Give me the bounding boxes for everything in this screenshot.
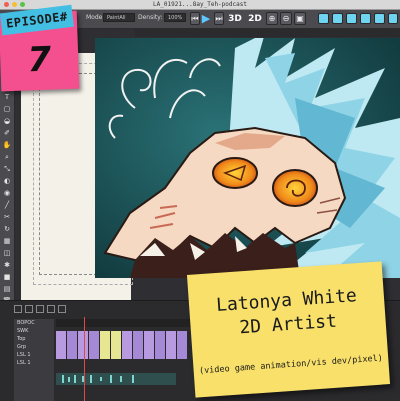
right-eye	[272, 169, 318, 207]
timeline-btn-icon[interactable]	[47, 305, 55, 313]
view-3d-button[interactable]: 3D	[226, 12, 244, 25]
frame-cell[interactable]	[89, 331, 99, 359]
episode-number: 7	[26, 39, 52, 81]
episode-heading: EPISODE#	[5, 9, 69, 31]
frame-cell[interactable]	[78, 331, 88, 359]
audio-track[interactable]	[56, 373, 176, 385]
contour-tool-icon[interactable]: ◐	[2, 177, 12, 186]
track-label[interactable]: BOPOC	[14, 319, 54, 327]
frame-cell[interactable]	[100, 331, 110, 359]
onion-skin-icon[interactable]	[318, 13, 329, 24]
cutter-tool-icon[interactable]: ✂	[2, 213, 12, 222]
density-label: Density:	[138, 14, 163, 21]
timeline-btn-icon[interactable]	[58, 305, 66, 313]
light-table-icon[interactable]	[332, 13, 343, 24]
rewind-icon[interactable]: ⏮	[190, 12, 200, 25]
timeline-btn-icon[interactable]	[36, 305, 44, 313]
canvas-ruler	[135, 29, 400, 37]
mode-select[interactable]: PaintAll	[103, 13, 135, 22]
transform-tool-icon[interactable]: ⤡	[2, 165, 12, 174]
layers-icon[interactable]	[346, 13, 357, 24]
track-label[interactable]: Top	[14, 335, 54, 343]
frame-cell[interactable]	[122, 331, 132, 359]
wolf-illustration	[95, 38, 400, 278]
zoom-tool-icon[interactable]: ⌕	[2, 153, 12, 162]
zoom-in-icon[interactable]: ⊕	[266, 12, 278, 25]
fit-icon[interactable]: ▣	[294, 12, 306, 25]
eyedropper-tool-icon[interactable]: ✐	[2, 129, 12, 138]
mode-label: Mode:	[86, 14, 105, 21]
camera-icon[interactable]	[374, 13, 385, 24]
frame-cells[interactable]	[56, 331, 188, 359]
track-list: BOPOC SWK Top Grp LSL 1 LSL 1	[14, 319, 54, 401]
frame-cell[interactable]	[133, 331, 143, 359]
left-eye	[212, 157, 258, 189]
rotate-tool-icon[interactable]: ↻	[2, 225, 12, 234]
track-label[interactable]: SWK	[14, 327, 54, 335]
track-label[interactable]: LSL 1	[14, 351, 54, 359]
track-label[interactable]: LSL 1	[14, 359, 54, 367]
track-label[interactable]: Grp	[14, 343, 54, 351]
frame-cell[interactable]	[155, 331, 165, 359]
playhead[interactable]	[84, 317, 85, 401]
grid-tool-icon[interactable]: ▦	[2, 237, 12, 246]
frame-cell[interactable]	[177, 331, 187, 359]
timeline-btn-icon[interactable]	[14, 305, 22, 313]
text-tool-icon[interactable]: T	[2, 93, 12, 102]
step-icon[interactable]: ⏭	[214, 12, 224, 25]
play-button[interactable]: ▶	[200, 12, 212, 25]
frame-cell[interactable]	[67, 331, 77, 359]
guest-subtitle: (video game animation/vis dev/pixel)	[198, 353, 384, 377]
character-artwork	[95, 38, 400, 278]
guest-note: Latonya White 2D Artist (video game anim…	[186, 261, 391, 398]
zoom-out-icon[interactable]: ⊖	[280, 12, 292, 25]
frame-cell[interactable]	[111, 331, 121, 359]
timeline-btn-icon[interactable]	[25, 305, 33, 313]
density-select[interactable]: 100%	[164, 13, 186, 22]
episode-note: EPISODE# 7	[0, 4, 80, 92]
shape-tool-icon[interactable]: ▢	[2, 105, 12, 114]
line-tool-icon[interactable]: ╱	[2, 201, 12, 210]
view-icon[interactable]	[360, 13, 371, 24]
brush-preset-icon[interactable]: ✱	[2, 261, 12, 270]
paint-tool-icon[interactable]: ◉	[2, 189, 12, 198]
timeline-toolbar	[14, 305, 66, 315]
hand-tool-icon[interactable]: ✋	[2, 141, 12, 150]
frame-cell[interactable]	[56, 331, 66, 359]
palette-icon[interactable]: ▤	[2, 285, 12, 294]
frame-cell[interactable]	[144, 331, 154, 359]
view-2d-button[interactable]: 2D	[246, 12, 264, 25]
fill-tool-icon[interactable]: ◒	[2, 117, 12, 126]
camera-tool-icon[interactable]: ◫	[2, 249, 12, 258]
settings-icon[interactable]	[388, 13, 398, 24]
frame-cell[interactable]	[166, 331, 176, 359]
color-swatch-icon[interactable]: ■	[2, 273, 12, 282]
